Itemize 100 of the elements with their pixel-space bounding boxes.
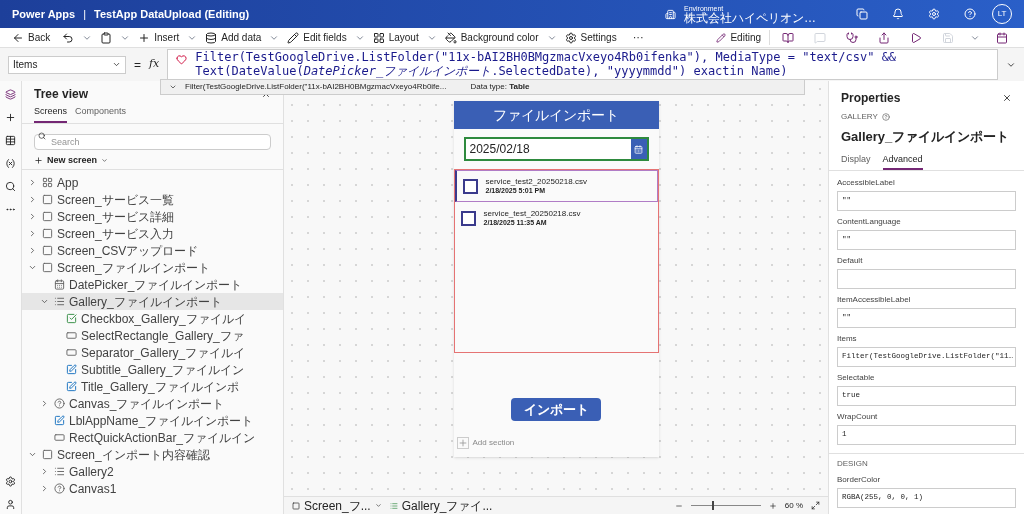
layout-icon (372, 31, 385, 44)
calendar-icon (634, 144, 643, 154)
import-button[interactable]: インポート (511, 398, 601, 421)
property-field[interactable] (837, 269, 1016, 289)
property-dropdown[interactable]: Items (8, 55, 126, 74)
tree-item[interactable]: Screen_サービス入力 (22, 225, 283, 242)
tree-item[interactable]: Separator_Gallery_ファイルイ (22, 344, 283, 361)
tree-item[interactable]: App (22, 174, 283, 191)
background-button[interactable]: Background color (440, 30, 543, 45)
search-icon (38, 131, 46, 140)
checkbox[interactable] (462, 178, 478, 194)
new-screen-button[interactable]: New screen (22, 151, 283, 169)
publish-icon[interactable] (996, 31, 1008, 44)
collapse-chevron-icon[interactable] (27, 263, 37, 272)
tree-item[interactable]: Gallery_ファイルインポート (22, 293, 283, 310)
tree-item[interactable]: Screen_サービス一覧 (22, 191, 283, 208)
tree-item-label: Gallery_ファイルインポート (69, 293, 222, 311)
help-icon[interactable] (881, 113, 890, 121)
formula-suggestion[interactable]: Filter(TestGoogleDrive.ListFolder("11x-bAI2BH0BMgzmacVxeyo4Rb0ife... Data type: Table (160, 79, 805, 95)
property-label: ItemAccessibleLabel (837, 294, 912, 306)
tree-item-label: Screen_ファイルインポート (57, 259, 210, 277)
settings-icon[interactable] (5, 476, 16, 487)
formula-field[interactable]: Filter(TestGoogleDrive.ListFolder("11x-bAI2BH0BMgzmacVxeyo4Rb0ifenka"), MediaType = "text/csv" && Text(DateValue(DatePicker_ファイルインポート.SelectedDate), "yyyymmdd") exactin Name) (167, 49, 998, 80)
tree-item[interactable]: Screen_CSVアップロード (22, 242, 283, 259)
tree-item[interactable]: Canvas_ファイルインポート (22, 395, 283, 412)
panel-tab[interactable]: Advanced (882, 150, 923, 170)
back-button[interactable]: Back (8, 30, 55, 45)
caret-icon (374, 502, 382, 509)
fit-icon[interactable] (811, 501, 820, 510)
tree-item[interactable]: RectQuickActionBar_ファイルイン (22, 429, 283, 446)
tree-item[interactable]: Canvas1 (22, 480, 283, 497)
layout-button[interactable]: Layout (368, 30, 423, 45)
tree-item[interactable]: Gallery2 (22, 463, 283, 480)
table-icon[interactable] (5, 135, 16, 146)
calendar-icon (54, 279, 65, 290)
notification-icon[interactable] (892, 8, 904, 20)
layers-icon[interactable] (5, 89, 16, 100)
tree-item-label: App (57, 174, 79, 192)
stethoscope-icon[interactable] (846, 31, 858, 44)
variable-icon[interactable] (5, 158, 16, 169)
tree-item-label: Screen_サービス一覧 (57, 191, 174, 209)
tree-item-label: Separator_Gallery_ファイルイ (81, 344, 246, 362)
tree-item[interactable]: Subtitle_Gallery_ファイルイン (22, 361, 283, 378)
tree-item[interactable]: SelectRectangle_Gallery_ファ (22, 327, 283, 344)
zoom-slider-thumb[interactable] (711, 501, 714, 510)
add-section-label[interactable]: Add section (472, 437, 515, 449)
tree-item-label: Subtitle_Gallery_ファイルイン (81, 361, 245, 379)
date-picker[interactable]: 2025/02/18 (463, 137, 649, 161)
product-name: Power Apps (12, 6, 76, 22)
tree-item[interactable]: Screen_インポート内容確認 (22, 446, 283, 463)
label-icon (54, 415, 65, 426)
insert-button[interactable]: Insert (134, 30, 184, 45)
settings-button[interactable]: Settings (560, 30, 621, 45)
property-label: Default (837, 255, 864, 267)
play-icon[interactable] (910, 31, 922, 44)
editing-mode-button[interactable]: Editing (730, 30, 770, 45)
screen-breadcrumb[interactable]: Screen_フ... (292, 496, 382, 514)
search-icon[interactable] (5, 181, 16, 192)
zoom-value: 60 % (784, 499, 803, 512)
panel-tab[interactable]: Components (75, 103, 127, 123)
tree-item[interactable]: Screen_ファイルインポート (22, 259, 283, 276)
screen-icon (42, 228, 53, 239)
label-icon (66, 364, 77, 375)
panel-tab[interactable]: Display (841, 150, 871, 170)
tree-item[interactable]: Checkbox_Gallery_ファイルイ (22, 310, 283, 327)
book-icon[interactable] (782, 31, 794, 44)
fields-button[interactable]: Edit fields (283, 30, 351, 45)
tree-item-label: Screen_CSVアップロード (57, 242, 199, 260)
screen-icon (42, 262, 53, 273)
search-field[interactable]: Search (34, 133, 271, 150)
gallery-icon (389, 501, 398, 510)
screen-icon (42, 245, 53, 256)
zoom-in-icon[interactable] (768, 501, 777, 510)
more-button[interactable]: ··· (624, 29, 652, 46)
collapse-chevron-icon[interactable] (27, 450, 37, 459)
apps-icon[interactable] (856, 8, 868, 20)
data-button[interactable]: Add data (201, 30, 266, 45)
close-icon[interactable] (1002, 93, 1012, 103)
account-icon[interactable] (5, 499, 16, 510)
caret-icon (112, 60, 121, 69)
grid-icon (42, 177, 53, 188)
control-breadcrumb[interactable]: Gallery_ファイ... (389, 496, 493, 514)
environment-name[interactable]: 株式会社ハイペリオン… (684, 11, 816, 24)
list-icon (54, 296, 65, 307)
suggestion-text: Filter(TestGoogleDrive.ListFolder("11x-bAI2BH0BMgzmacVxeyo4Rb0ife... (185, 81, 447, 93)
plus-icon[interactable] (5, 112, 16, 123)
plus-icon (138, 31, 151, 44)
question-icon (54, 398, 65, 409)
tree-item[interactable]: LblAppName_ファイルインポート (22, 412, 283, 429)
fx-label: fx (149, 56, 160, 73)
tree-item[interactable]: Screen_サービス詳細 (22, 208, 283, 225)
tree-item[interactable]: DatePicker_ファイルインポート (22, 276, 283, 293)
equals-sign: = (134, 56, 141, 74)
collapse-chevron-icon[interactable] (39, 297, 49, 306)
checkbox[interactable] (460, 210, 476, 226)
panel-tab[interactable]: Screens (34, 103, 68, 123)
question-icon (54, 483, 65, 494)
tree-item-label: Gallery2 (69, 463, 114, 481)
tree-item[interactable]: Title_Gallery_ファイルインポ (22, 378, 283, 395)
share-icon[interactable] (878, 31, 890, 44)
